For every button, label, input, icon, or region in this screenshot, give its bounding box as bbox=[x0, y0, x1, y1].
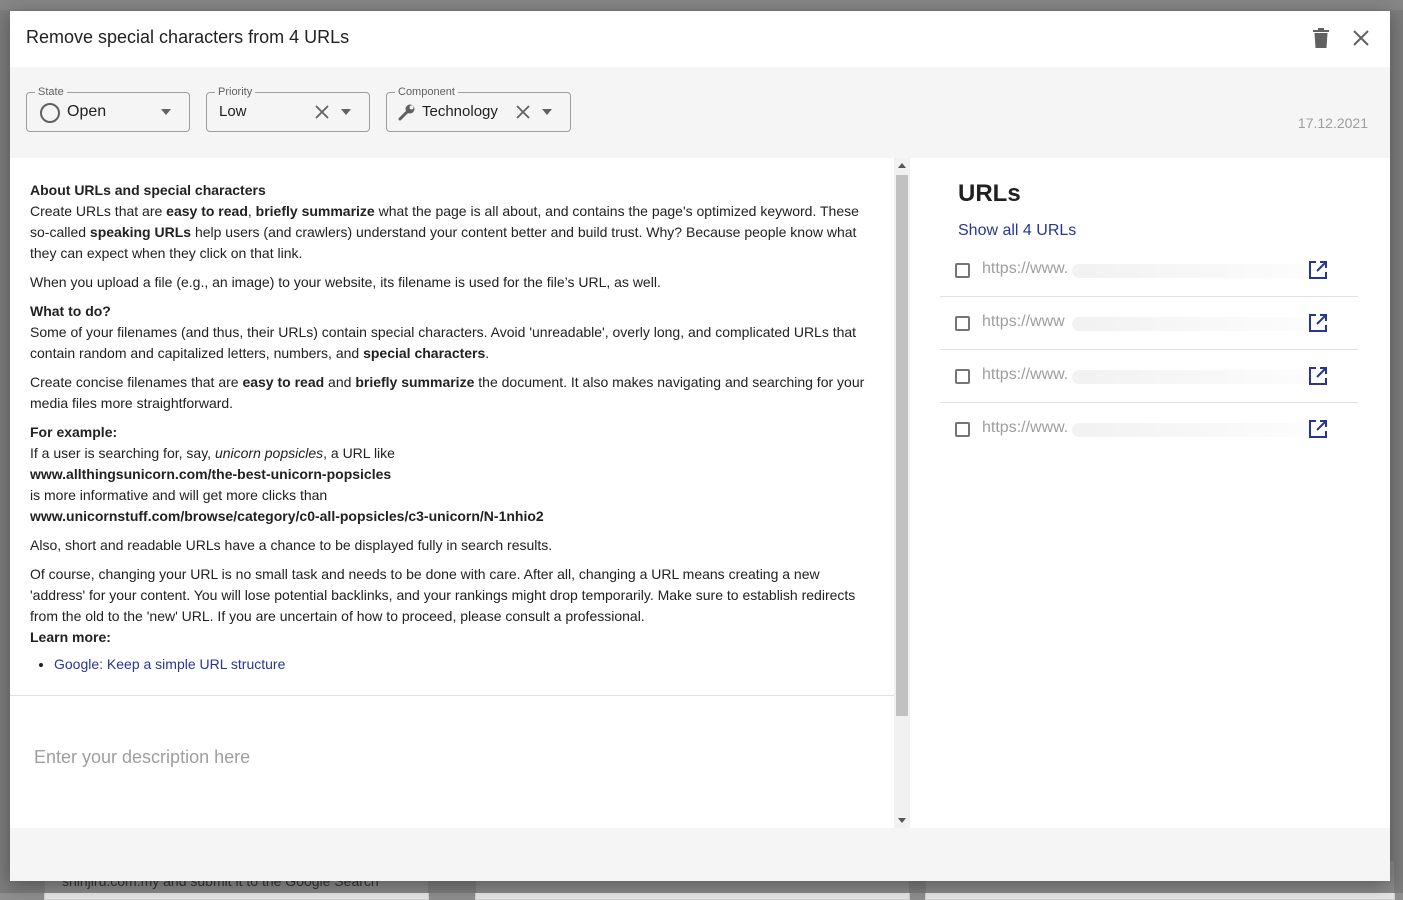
open-in-new-icon[interactable] bbox=[1306, 417, 1330, 441]
paragraph: Create concise filenames that are easy t… bbox=[30, 374, 865, 411]
list-item: Google: Keep a simple URL structure bbox=[54, 654, 875, 675]
url-redacted bbox=[1072, 264, 1312, 278]
close-icon bbox=[1353, 30, 1369, 46]
state-select[interactable]: State Open bbox=[26, 85, 190, 132]
filter-bar: State Open Priority Low Component Techno… bbox=[10, 67, 1390, 158]
url-row: https://www. bbox=[940, 403, 1358, 456]
url-text: https://www. bbox=[982, 260, 1069, 277]
paragraph: Create URLs that are easy to read, brief… bbox=[30, 203, 859, 261]
scroll-down-arrow[interactable] bbox=[898, 818, 906, 823]
section-heading: For example: bbox=[30, 424, 118, 440]
chevron-down-icon[interactable] bbox=[542, 109, 552, 115]
paragraph: Also, short and readable URLs have a cha… bbox=[30, 537, 553, 553]
clear-icon[interactable] bbox=[315, 105, 329, 119]
chevron-down-icon[interactable] bbox=[161, 109, 171, 115]
issue-dialog: Remove special characters from 4 URLs St… bbox=[10, 11, 1390, 881]
url-checkbox[interactable] bbox=[955, 316, 970, 331]
state-value: Open bbox=[67, 103, 107, 120]
dialog-footer bbox=[10, 828, 1390, 881]
component-legend: Component bbox=[395, 85, 458, 99]
example-line: If a user is searching for, say, unicorn… bbox=[30, 445, 395, 461]
url-redacted bbox=[1072, 423, 1312, 437]
description-panel: About URLs and special characters Create… bbox=[10, 158, 894, 828]
example-line: is more informative and will get more cl… bbox=[30, 487, 328, 503]
scrollbar-thumb[interactable] bbox=[896, 175, 908, 716]
description-text: About URLs and special characters Create… bbox=[30, 180, 875, 675]
section-heading: Learn more: bbox=[30, 629, 111, 645]
open-in-new-icon[interactable] bbox=[1306, 311, 1330, 335]
url-row: https://www. bbox=[940, 244, 1358, 297]
url-checkbox[interactable] bbox=[955, 422, 970, 437]
description-input[interactable] bbox=[32, 746, 872, 769]
paragraph: When you upload a file (e.g., an image) … bbox=[30, 274, 661, 290]
urls-panel: URLs Show all 4 URLs https://www. https:… bbox=[910, 158, 1390, 828]
state-legend: State bbox=[35, 85, 67, 99]
example-url: www.allthingsunicorn.com/the-best-unicor… bbox=[30, 466, 392, 482]
scroll-up-arrow[interactable] bbox=[898, 163, 906, 168]
delete-button[interactable] bbox=[1308, 25, 1334, 51]
priority-select[interactable]: Priority Low bbox=[206, 85, 370, 132]
priority-legend: Priority bbox=[215, 85, 256, 99]
learn-more-link[interactable]: Google: Keep a simple URL structure bbox=[54, 656, 285, 672]
component-select[interactable]: Component Technology bbox=[386, 85, 571, 132]
paragraph: Some of your filenames (and thus, their … bbox=[30, 324, 857, 361]
url-redacted bbox=[1072, 370, 1312, 384]
close-button[interactable] bbox=[1348, 25, 1374, 51]
url-checkbox[interactable] bbox=[955, 369, 970, 384]
divider bbox=[10, 695, 894, 696]
circle-outline-icon bbox=[40, 103, 60, 123]
wrench-icon bbox=[398, 104, 415, 121]
url-checkbox[interactable] bbox=[955, 263, 970, 278]
url-text: https://www. bbox=[982, 366, 1069, 383]
open-in-new-icon[interactable] bbox=[1306, 258, 1330, 282]
dialog-header: Remove special characters from 4 URLs bbox=[10, 11, 1390, 67]
url-redacted bbox=[1072, 317, 1312, 331]
url-row: https://www bbox=[940, 297, 1358, 350]
component-value: Technology bbox=[422, 103, 498, 120]
trash-icon bbox=[1313, 28, 1329, 48]
url-text: https://www bbox=[982, 313, 1065, 330]
section-heading: About URLs and special characters bbox=[30, 182, 266, 198]
section-heading: What to do? bbox=[30, 303, 111, 319]
scrollbar[interactable] bbox=[894, 158, 910, 828]
show-all-urls-link[interactable]: Show all 4 URLs bbox=[958, 222, 1076, 240]
example-url: www.unicornstuff.com/browse/category/c0-… bbox=[30, 508, 544, 524]
paragraph: Of course, changing your URL is no small… bbox=[30, 566, 856, 624]
url-row: https://www. bbox=[940, 350, 1358, 403]
open-in-new-icon[interactable] bbox=[1306, 364, 1330, 388]
urls-title: URLs bbox=[958, 180, 1021, 207]
created-date: 17.12.2021 bbox=[1297, 115, 1368, 131]
chevron-down-icon[interactable] bbox=[341, 109, 351, 115]
priority-value: Low bbox=[219, 103, 247, 120]
clear-icon[interactable] bbox=[516, 105, 530, 119]
learn-more-list: Google: Keep a simple URL structure bbox=[30, 654, 875, 675]
url-text: https://www. bbox=[982, 419, 1069, 436]
dialog-title: Remove special characters from 4 URLs bbox=[26, 27, 350, 47]
